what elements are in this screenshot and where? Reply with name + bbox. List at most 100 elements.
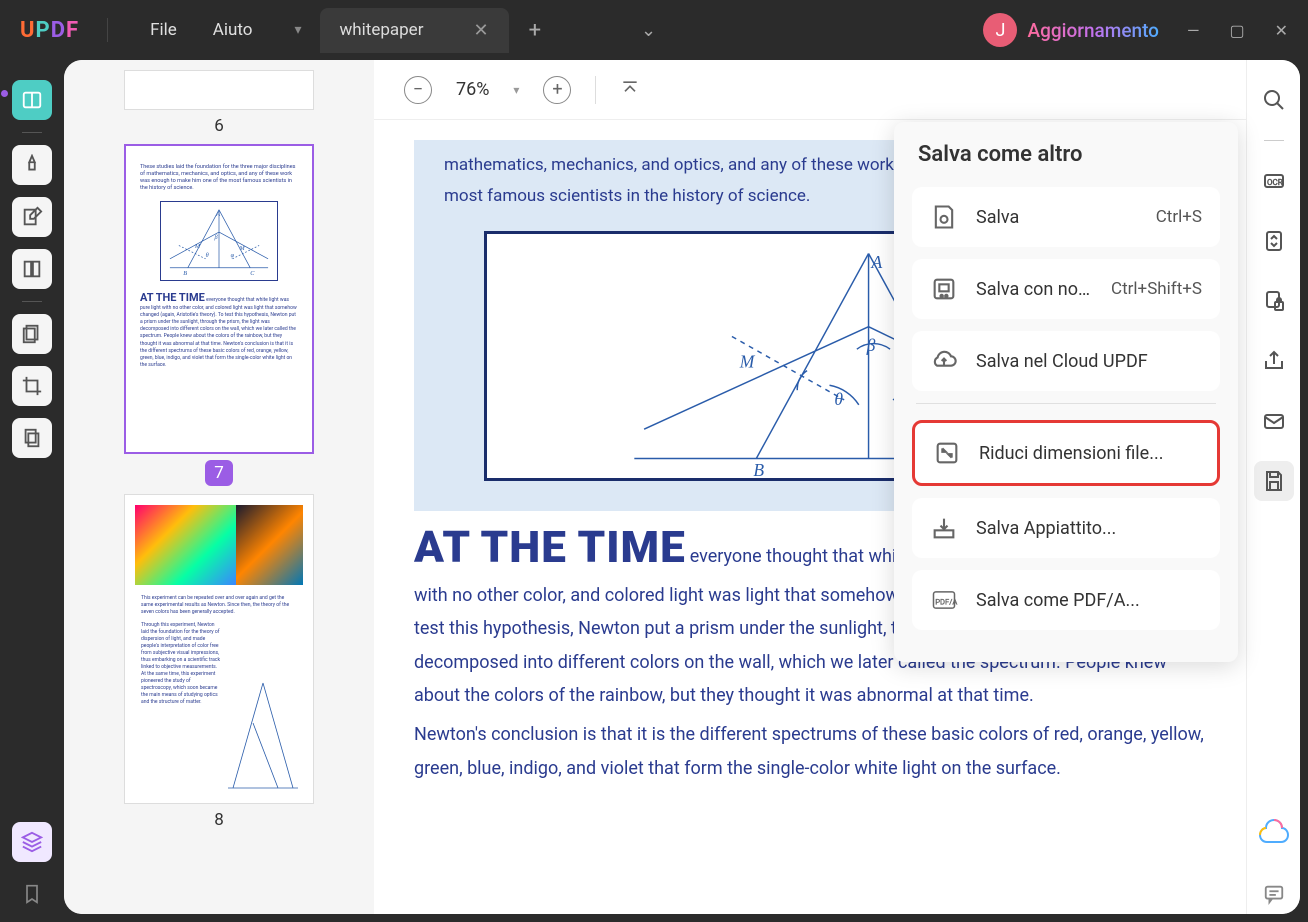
svg-text:M: M bbox=[739, 352, 756, 372]
cloud-icon bbox=[930, 347, 958, 375]
svg-text:OCR: OCR bbox=[1267, 178, 1283, 187]
thumbnail-6[interactable]: 6 bbox=[124, 70, 314, 136]
svg-text:φ: φ bbox=[231, 252, 235, 259]
thumb-text: Through this experiment, Newton laid the… bbox=[135, 622, 227, 706]
minimize-icon[interactable]: — bbox=[1187, 21, 1200, 40]
highlight-button[interactable] bbox=[12, 145, 52, 185]
svg-text:θ: θ bbox=[834, 389, 843, 409]
tab-close-icon[interactable]: ✕ bbox=[473, 20, 488, 41]
left-sidebar bbox=[8, 60, 56, 914]
thumbnails-panel: 6 These studies laid the foundation for … bbox=[64, 60, 374, 914]
item-label: Salva come PDF/A... bbox=[976, 590, 1202, 611]
tab-area: ▾ whitepaper ✕ + ⌄ bbox=[294, 8, 975, 53]
svg-text:B: B bbox=[753, 460, 764, 478]
zoom-in-button[interactable]: + bbox=[543, 76, 571, 104]
pages-button[interactable] bbox=[12, 314, 52, 354]
search-button[interactable] bbox=[1254, 80, 1294, 120]
ai-assistant-button[interactable] bbox=[1254, 814, 1294, 854]
main-area: 6 These studies laid the foundation for … bbox=[0, 60, 1308, 922]
indicator-dot bbox=[1, 90, 8, 97]
pdfa-item[interactable]: PDF/A Salva come PDF/A... bbox=[912, 570, 1220, 630]
view-toolbar: − 76% ▾ + bbox=[374, 60, 1246, 120]
save-as-panel: Salva come altro Salva Ctrl+S Salva con … bbox=[894, 122, 1238, 662]
flatten-item[interactable]: Salva Appiattito... bbox=[912, 498, 1220, 558]
user-area: J Aggiornamento bbox=[983, 13, 1159, 47]
thumb-heading: AT THE TIME bbox=[140, 291, 205, 304]
tab-add-icon[interactable]: + bbox=[529, 18, 541, 43]
doc-heading: AT THE TIME bbox=[414, 521, 686, 573]
thumbnail-7[interactable]: These studies laid the foundation for th… bbox=[124, 144, 314, 486]
tab-title: whitepaper bbox=[340, 20, 424, 40]
share-button[interactable] bbox=[1254, 341, 1294, 381]
tab-overflow-icon[interactable]: ⌄ bbox=[641, 20, 656, 41]
reduce-size-item[interactable]: Riduci dimensioni file... bbox=[912, 420, 1220, 486]
svg-text:B: B bbox=[183, 269, 187, 276]
save-as-button[interactable] bbox=[1254, 461, 1294, 501]
close-icon[interactable]: ✕ bbox=[1275, 21, 1288, 40]
document-tab[interactable]: whitepaper ✕ bbox=[320, 8, 509, 53]
page-number: 6 bbox=[124, 116, 314, 136]
svg-text:A: A bbox=[215, 211, 220, 218]
divider bbox=[916, 403, 1216, 404]
svg-text:M: M bbox=[194, 243, 201, 250]
content-wrapper: 6 These studies laid the foundation for … bbox=[64, 60, 1300, 914]
page-number: 8 bbox=[124, 810, 314, 830]
convert-button[interactable] bbox=[1254, 221, 1294, 261]
compress-icon bbox=[933, 439, 961, 467]
divider bbox=[107, 18, 108, 42]
item-label: Salva nel Cloud UPDF bbox=[976, 351, 1202, 372]
save-icon bbox=[930, 203, 958, 231]
item-shortcut: Ctrl+Shift+S bbox=[1111, 279, 1202, 299]
divider bbox=[595, 76, 596, 104]
item-shortcut: Ctrl+S bbox=[1156, 207, 1202, 227]
item-label: Salva bbox=[976, 207, 1138, 228]
svg-text:C: C bbox=[250, 269, 255, 276]
thumbnail-8[interactable]: This experiment can be repeated over and… bbox=[124, 494, 314, 830]
divider bbox=[22, 301, 42, 302]
divider bbox=[1264, 140, 1284, 141]
thumb-body: everyone thought that white light was pu… bbox=[140, 297, 297, 368]
svg-text:β: β bbox=[214, 234, 219, 241]
tab-list-dropdown[interactable]: ▾ bbox=[294, 22, 301, 38]
svg-text:θ: θ bbox=[206, 252, 209, 259]
app-logo: UPDF bbox=[20, 18, 79, 43]
svg-text:A: A bbox=[870, 252, 882, 272]
svg-text:PDF/A: PDF/A bbox=[935, 598, 957, 607]
organize-button[interactable] bbox=[12, 418, 52, 458]
save-cloud-item[interactable]: Salva nel Cloud UPDF bbox=[912, 331, 1220, 391]
menu-file[interactable]: File bbox=[136, 14, 191, 46]
thumb-text: This experiment can be repeated over and… bbox=[135, 595, 303, 616]
zoom-out-button[interactable]: − bbox=[404, 76, 432, 104]
layers-button[interactable] bbox=[12, 822, 52, 862]
zoom-value: 76% bbox=[456, 79, 489, 100]
thumb-diagram: A B C M β M θ φ bbox=[160, 201, 278, 281]
right-sidebar: OCR bbox=[1246, 60, 1300, 914]
divider bbox=[22, 132, 42, 133]
form-button[interactable] bbox=[12, 249, 52, 289]
window-controls: — ▢ ✕ bbox=[1187, 21, 1288, 40]
scroll-top-icon[interactable] bbox=[620, 78, 640, 102]
save-as-icon bbox=[930, 275, 958, 303]
edit-button[interactable] bbox=[12, 197, 52, 237]
svg-text:β: β bbox=[866, 335, 876, 355]
protect-button[interactable] bbox=[1254, 281, 1294, 321]
save-item[interactable]: Salva Ctrl+S bbox=[912, 187, 1220, 247]
thumb-image bbox=[135, 505, 303, 585]
pdfa-icon: PDF/A bbox=[930, 586, 958, 614]
panel-title: Salva come altro bbox=[912, 142, 1220, 167]
maximize-icon[interactable]: ▢ bbox=[1229, 21, 1244, 40]
comment-button[interactable] bbox=[1254, 874, 1294, 914]
crop-button[interactable] bbox=[12, 366, 52, 406]
reader-mode-button[interactable] bbox=[12, 80, 52, 120]
menu-help[interactable]: Aiuto bbox=[199, 14, 267, 46]
save-as-item[interactable]: Salva con nom.. Ctrl+Shift+S bbox=[912, 259, 1220, 319]
item-label: Salva con nom.. bbox=[976, 279, 1093, 300]
thumb-text: These studies laid the foundation for th… bbox=[140, 164, 298, 193]
bookmark-button[interactable] bbox=[12, 874, 52, 914]
ocr-button[interactable]: OCR bbox=[1254, 161, 1294, 201]
avatar[interactable]: J bbox=[983, 13, 1017, 47]
doc-body-2: Newton's conclusion is that it is the di… bbox=[414, 718, 1206, 785]
email-button[interactable] bbox=[1254, 401, 1294, 441]
zoom-dropdown-icon[interactable]: ▾ bbox=[513, 83, 519, 97]
upgrade-link[interactable]: Aggiornamento bbox=[1027, 19, 1159, 42]
